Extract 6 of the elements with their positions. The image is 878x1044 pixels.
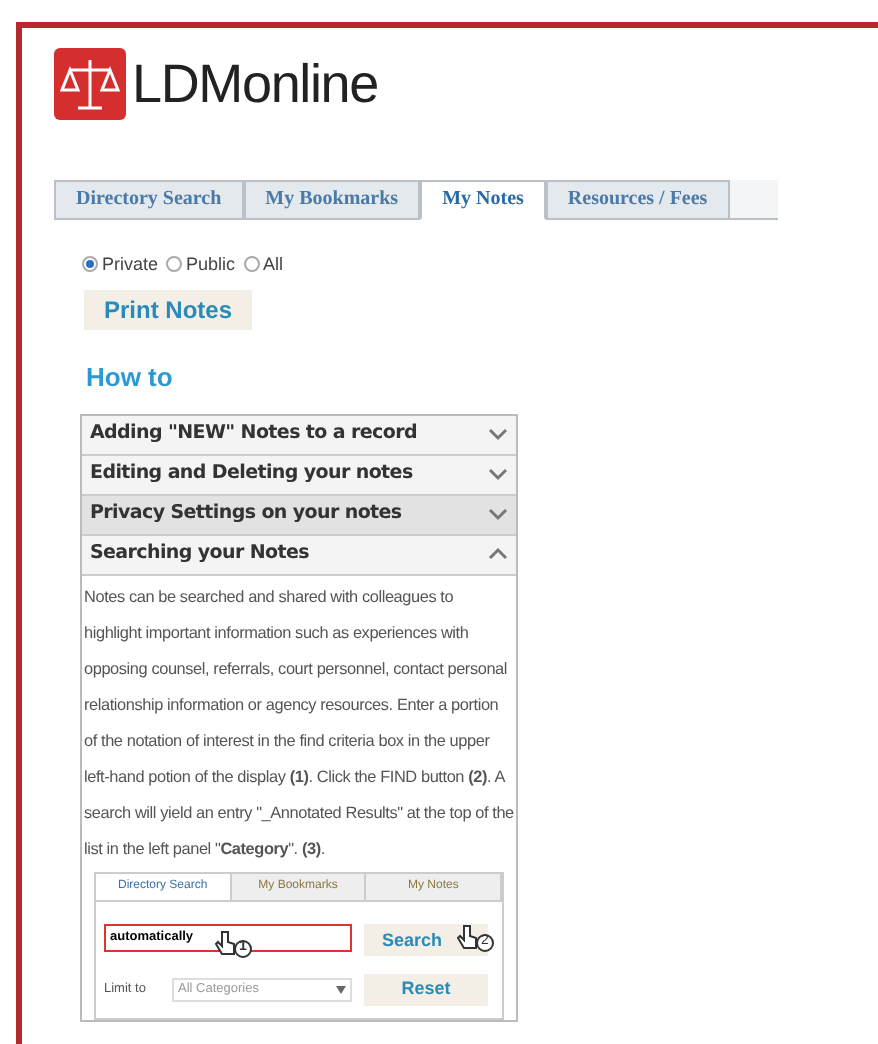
radio-label: All [263,251,284,277]
radio-label: Public [186,251,236,277]
section-title: How to [86,360,175,396]
radio-label: Private [102,251,159,277]
logo-text: LDMonline [132,52,378,118]
help-paragraph: Notes can be searched and shared with colleagues to highlight important information such as experiences with opposing counsel, referrals, court personnel, contact personal relationship information or agency resources. Enter a portion of the notation of interest in the find criteria box in the upper left-hand potion of the display (1). Click the FIND button (2). A search will yield an entry "_Annotated Results" at the top of the list in the left panel "Category". (3). [82,585,516,862]
